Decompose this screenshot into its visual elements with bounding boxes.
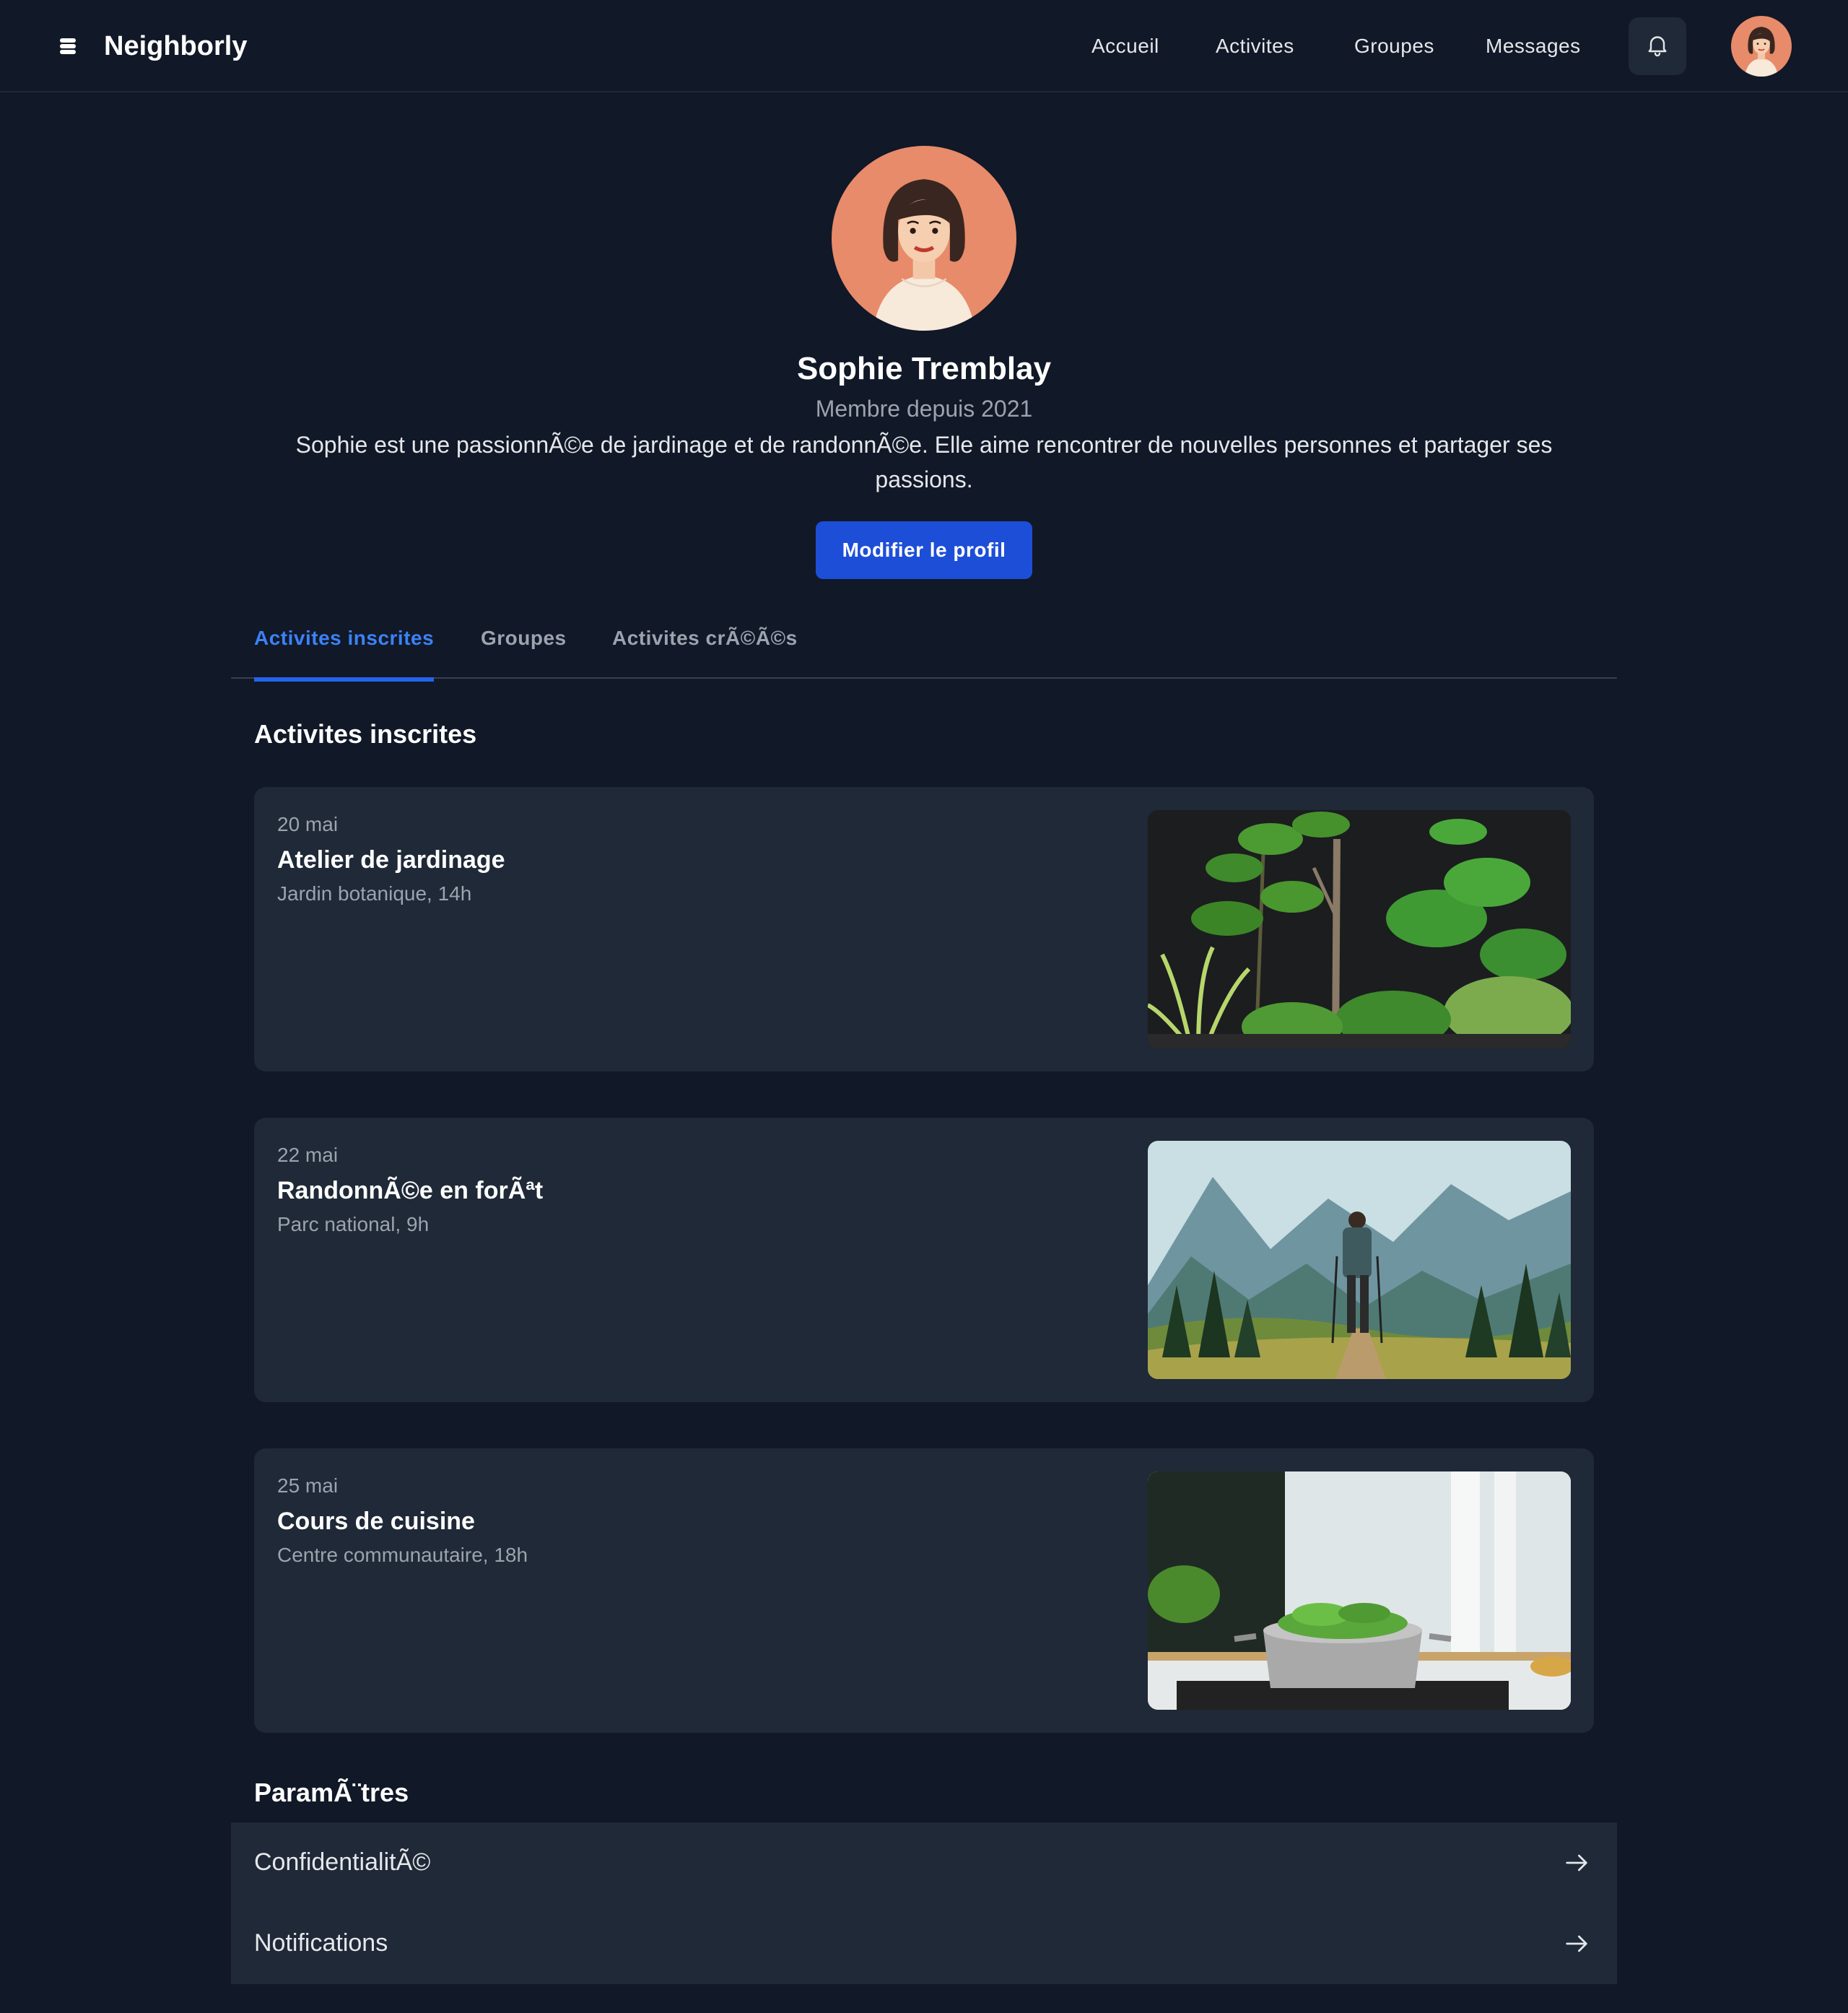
activity-card[interactable]: 20 mai Atelier de jardinage Jardin botan…: [254, 787, 1594, 1071]
stack-icon: [56, 35, 79, 58]
profile-bio: Sophie est une passionnÃ©e de jardinage …: [295, 432, 1553, 492]
activity-card[interactable]: 22 mai RandonnÃ©e en forÃªt Parc nationa…: [254, 1118, 1594, 1402]
brand-logo[interactable]: Neighborly: [56, 29, 247, 64]
activity-card[interactable]: 25 mai Cours de cuisine Centre communaut…: [254, 1448, 1594, 1733]
activity-title: RandonnÃ©e en forÃªt: [277, 1177, 544, 1204]
bell-icon: [1644, 32, 1670, 61]
settings-item-label: Notifications: [254, 1929, 388, 1957]
notifications-button[interactable]: [1629, 17, 1686, 75]
nav-link-groupes[interactable]: Groupes: [1354, 35, 1434, 58]
activity-date: 25 mai: [277, 1474, 339, 1497]
user-avatar[interactable]: [1731, 16, 1792, 77]
nav-link-messages[interactable]: Messages: [1486, 35, 1581, 58]
nav-link-activites[interactable]: Activites: [1216, 35, 1294, 58]
settings-list: ConfidentialitÃ© Notifications: [231, 1822, 1617, 1984]
profile-name: Sophie Tremblay: [796, 351, 1052, 386]
cooking-pot-photo: [1148, 1471, 1571, 1710]
member-since: Membre depuis 2021: [815, 396, 1033, 422]
profile-avatar: [832, 146, 1016, 331]
arrow-right-icon: [1562, 1848, 1591, 1877]
tab-activites-crees[interactable]: Activites crÃ©Ã©s: [612, 627, 798, 677]
activity-date: 22 mai: [277, 1144, 339, 1166]
tab-groupes[interactable]: Groupes: [481, 627, 567, 677]
activity-title: Atelier de jardinage: [277, 846, 505, 874]
hiker-mountains-photo: [1148, 1141, 1571, 1379]
plants-photo: [1148, 810, 1571, 1048]
activities-section-title: Activites inscrites: [254, 719, 477, 749]
activity-date: 20 mai: [277, 813, 339, 835]
activity-location: Parc national, 9h: [277, 1213, 430, 1235]
arrow-right-icon: [1562, 1929, 1591, 1958]
brand-name: Neighborly: [104, 30, 248, 61]
settings-item-notifications[interactable]: Notifications: [231, 1903, 1617, 1984]
edit-profile-button[interactable]: Modifier le profil: [816, 521, 1032, 579]
settings-item-label: ConfidentialitÃ©: [254, 1848, 431, 1876]
tab-activites-inscrites[interactable]: Activites inscrites: [254, 627, 435, 682]
activity-location: Centre communautaire, 18h: [277, 1544, 528, 1566]
settings-section-title: ParamÃ¨tres: [254, 1778, 409, 1807]
profile-tabs: Activites inscrites Groupes Activites cr…: [231, 615, 1617, 682]
activity-location: Jardin botanique, 14h: [277, 882, 472, 905]
top-nav-bar: Neighborly Accueil Activites Groupes Mes…: [0, 0, 1848, 92]
settings-item-confidentialite[interactable]: ConfidentialitÃ©: [231, 1822, 1617, 1903]
nav-link-accueil[interactable]: Accueil: [1091, 35, 1159, 58]
activity-title: Cours de cuisine: [277, 1508, 475, 1535]
